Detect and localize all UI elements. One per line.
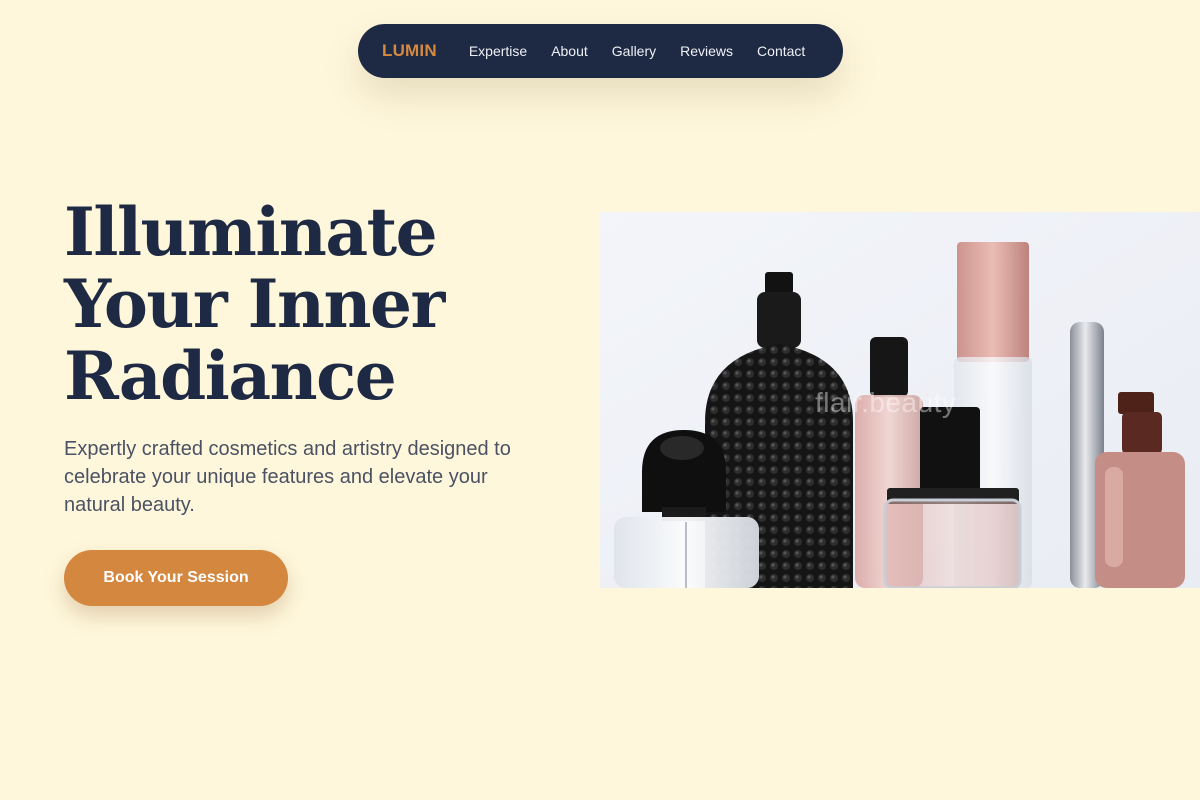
image-watermark: flair.beauty xyxy=(815,387,957,418)
top-navbar: LUMIN Expertise About Gallery Reviews Co… xyxy=(358,24,843,78)
nav-link-gallery[interactable]: Gallery xyxy=(612,43,656,59)
nav-link-about[interactable]: About xyxy=(551,43,588,59)
nav-link-reviews[interactable]: Reviews xyxy=(680,43,733,59)
hero-title-line: Your Inner xyxy=(64,265,445,343)
book-session-button[interactable]: Book Your Session xyxy=(64,550,288,606)
hero-subtitle: Expertly crafted cosmetics and artistry … xyxy=(64,438,511,516)
nav-link-contact[interactable]: Contact xyxy=(757,43,805,59)
brand-logo[interactable]: LUMIN xyxy=(382,41,437,61)
hero-product-image: flair.beauty xyxy=(600,212,1200,588)
nav-link-expertise[interactable]: Expertise xyxy=(469,43,527,59)
hero-title-line: Illuminate xyxy=(64,193,438,271)
hero-title-line: Radiance xyxy=(64,337,397,415)
hero-title: Illuminate Your Inner Radiance xyxy=(64,196,584,412)
